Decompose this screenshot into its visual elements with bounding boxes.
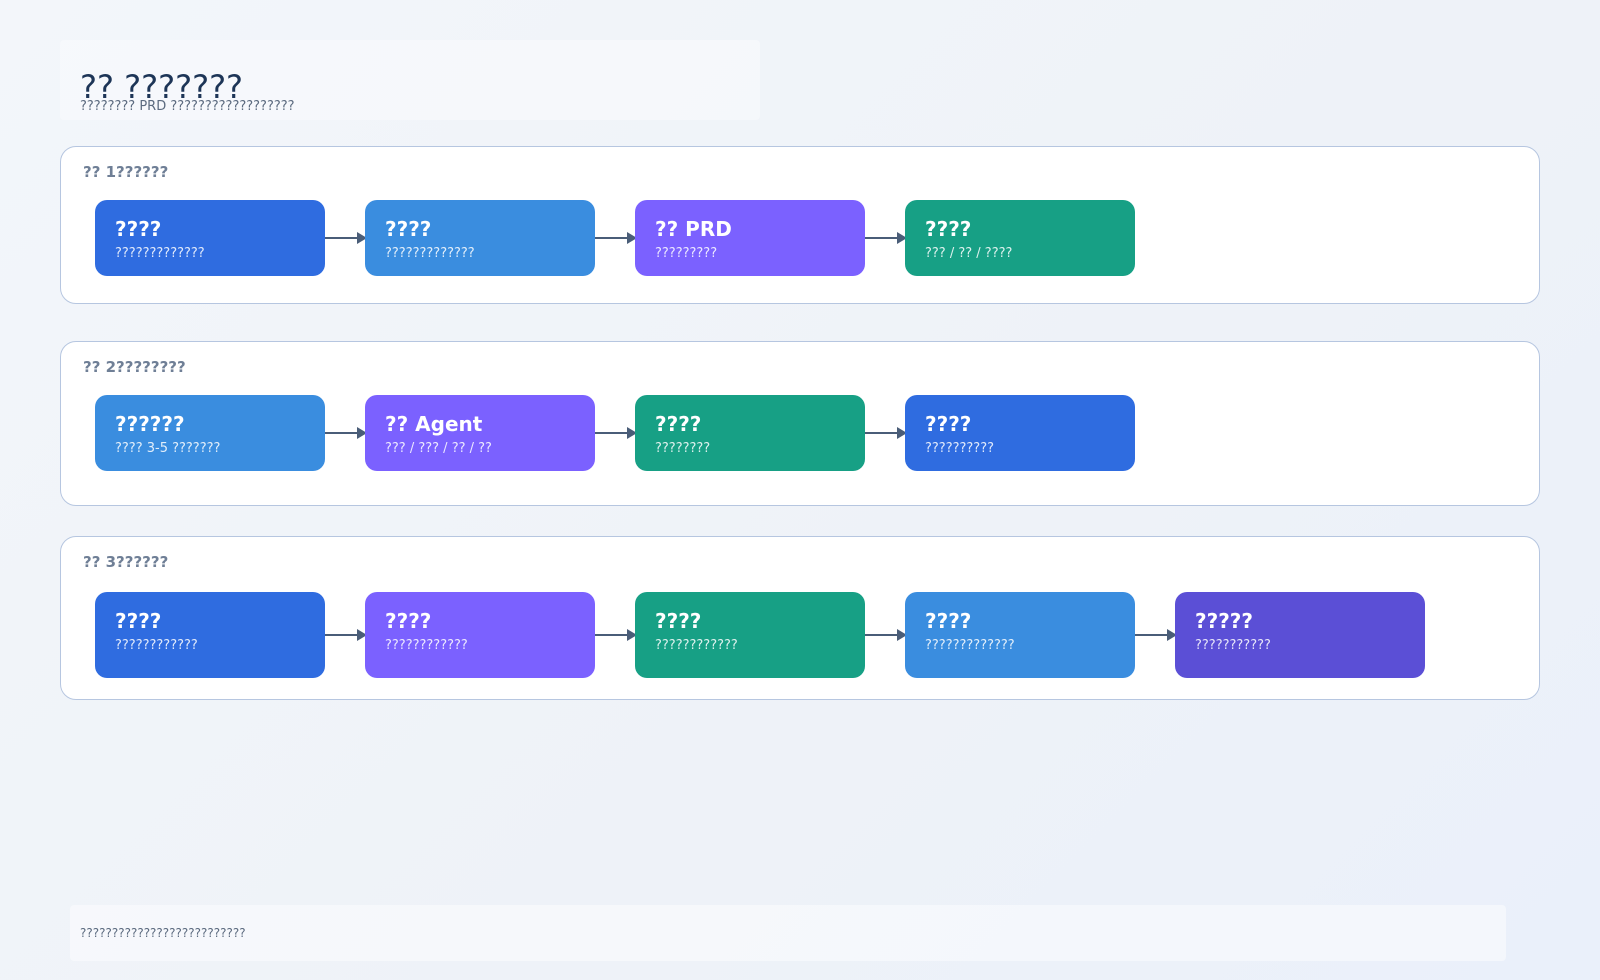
lane-title: ?? 1?????? bbox=[83, 163, 169, 181]
node-subtitle: ??? / ?? / ???? bbox=[925, 246, 1013, 261]
lane-1: ?? 1?????? ???? ????????????? ???? ?????… bbox=[60, 146, 1540, 304]
flow-arrow bbox=[325, 232, 367, 244]
flow-node[interactable]: ???? ???????????? bbox=[365, 592, 595, 678]
flow-node[interactable]: ???? ??? / ?? / ???? bbox=[905, 200, 1135, 276]
flow-arrow bbox=[865, 232, 907, 244]
flow-node[interactable]: ???? ???????? bbox=[635, 395, 865, 471]
node-subtitle: ???? 3-5 ??????? bbox=[115, 441, 221, 456]
lane-3: ?? 3?????? ???? ???????????? ???? ??????… bbox=[60, 536, 1540, 700]
flow-node[interactable]: ???? ????????????? bbox=[95, 200, 325, 276]
node-subtitle: ???????????? bbox=[115, 638, 198, 653]
flow-arrow bbox=[865, 629, 907, 641]
flow-node[interactable]: ???? ????????????? bbox=[905, 592, 1135, 678]
flow-arrow bbox=[325, 629, 367, 641]
flow-node[interactable]: ???? ????????????? bbox=[365, 200, 595, 276]
flow-node[interactable]: ?????? ???? 3-5 ??????? bbox=[95, 395, 325, 471]
node-title: ???? bbox=[115, 609, 162, 633]
node-title: ???? bbox=[385, 217, 432, 241]
node-title: ???? bbox=[655, 609, 702, 633]
node-title: ?? Agent bbox=[385, 412, 483, 436]
lane-title: ?? 3?????? bbox=[83, 553, 169, 571]
flow-arrow bbox=[595, 629, 637, 641]
node-subtitle: ?????????? bbox=[925, 441, 994, 456]
node-subtitle: ????????????? bbox=[925, 638, 1015, 653]
flow-arrow bbox=[325, 427, 367, 439]
flow-node[interactable]: ?? PRD ????????? bbox=[635, 200, 865, 276]
footer-bar bbox=[70, 905, 1506, 961]
lane-2: ?? 2???????? ?????? ???? 3-5 ??????? ?? … bbox=[60, 341, 1540, 506]
node-title: ???? bbox=[115, 217, 162, 241]
flow-node[interactable]: ????? ??????????? bbox=[1175, 592, 1425, 678]
node-title: ???? bbox=[385, 609, 432, 633]
node-subtitle: ???????????? bbox=[655, 638, 738, 653]
footer-note: ?????????????????????????? bbox=[80, 926, 246, 940]
node-subtitle: ??? / ??? / ?? / ?? bbox=[385, 441, 492, 456]
node-title: ???? bbox=[655, 412, 702, 436]
node-subtitle: ???????????? bbox=[385, 638, 468, 653]
node-title: ???? bbox=[925, 217, 972, 241]
flow-arrow bbox=[1135, 629, 1177, 641]
node-title: ????? bbox=[1195, 609, 1254, 633]
node-subtitle: ??????????? bbox=[1195, 638, 1271, 653]
node-title: ?????? bbox=[115, 412, 185, 436]
node-title: ???? bbox=[925, 609, 972, 633]
node-subtitle: ????????????? bbox=[115, 246, 205, 261]
node-subtitle: ???????? bbox=[655, 441, 711, 456]
node-title: ???? bbox=[925, 412, 972, 436]
flow-node[interactable]: ?? Agent ??? / ??? / ?? / ?? bbox=[365, 395, 595, 471]
flow-node[interactable]: ???? ???????????? bbox=[95, 592, 325, 678]
flow-node[interactable]: ???? ???????????? bbox=[635, 592, 865, 678]
node-subtitle: ????????????? bbox=[385, 246, 475, 261]
page-subtitle: ???????? PRD ?????????????????? bbox=[80, 99, 295, 114]
flow-arrow bbox=[595, 427, 637, 439]
flow-node[interactable]: ???? ?????????? bbox=[905, 395, 1135, 471]
node-subtitle: ????????? bbox=[655, 246, 718, 261]
flow-arrow bbox=[595, 232, 637, 244]
node-title: ?? PRD bbox=[655, 217, 732, 241]
lane-title: ?? 2???????? bbox=[83, 358, 186, 376]
flow-arrow bbox=[865, 427, 907, 439]
